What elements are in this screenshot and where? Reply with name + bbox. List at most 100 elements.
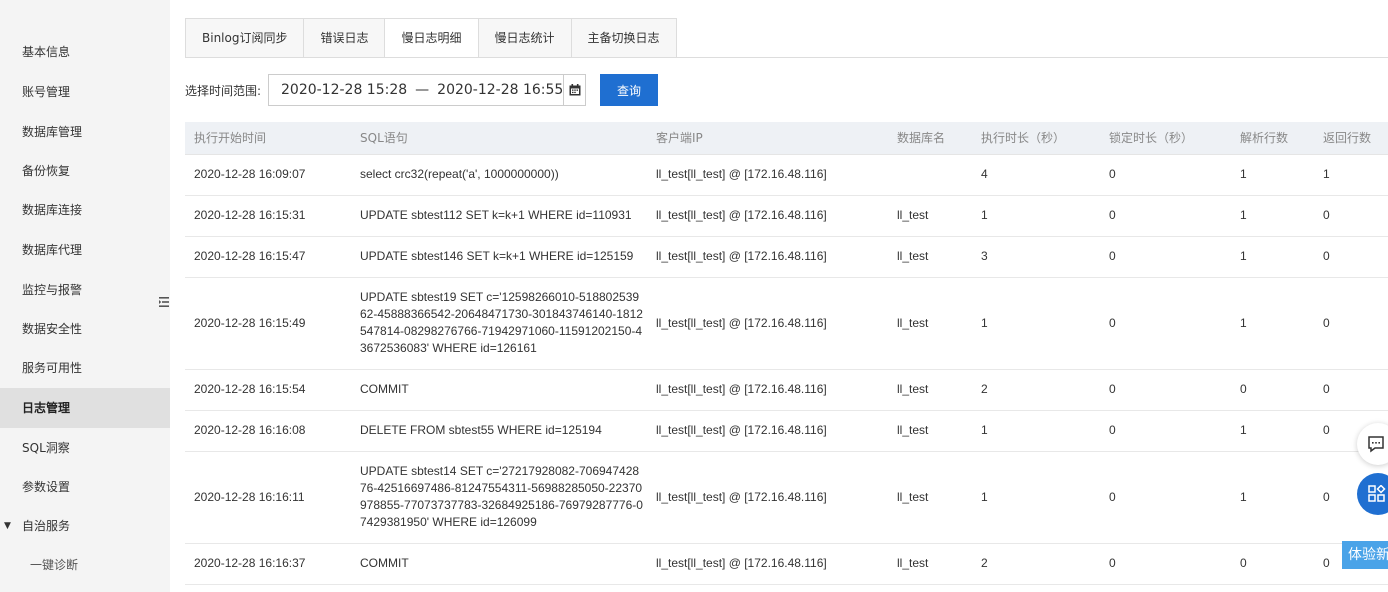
- table-row: 2020-12-28 16:15:31 UPDATE sbtest112 SET…: [185, 195, 1388, 237]
- cell-db-name: ll_test: [888, 410, 972, 452]
- cell-exec-duration: 1: [972, 277, 1100, 370]
- table-row: 2020-12-28 16:15:47 UPDATE sbtest146 SET…: [185, 236, 1388, 278]
- cell-db-name: ll_test: [888, 195, 972, 237]
- cell-client-ip: ll_test[ll_test] @ [172.16.48.116]: [647, 195, 888, 237]
- tab-binlog[interactable]: Binlog订阅同步: [185, 18, 305, 58]
- cell-db-name: ll_test: [888, 543, 972, 585]
- cell-rows-parsed: 0: [1231, 543, 1314, 585]
- col-db-name[interactable]: 数据库名: [888, 122, 972, 155]
- cell-rows-parsed: 1: [1231, 451, 1314, 544]
- sidebar-item-accounts[interactable]: 账号管理: [0, 72, 170, 112]
- col-sql[interactable]: SQL语句: [351, 122, 647, 155]
- calendar-icon: [569, 84, 581, 96]
- cell-lock-duration: 0: [1100, 236, 1231, 278]
- col-rows-returned[interactable]: 返回行数: [1314, 122, 1388, 155]
- tabs-divider: [185, 57, 1388, 58]
- cell-rows-parsed: 1: [1231, 410, 1314, 452]
- sidebar-item-diagnosis[interactable]: 一键诊断: [0, 545, 170, 585]
- sidebar-item-security[interactable]: 数据安全性: [0, 309, 170, 349]
- sidebar-item-basic-info[interactable]: 基本信息: [0, 32, 170, 72]
- cell-start-time: 2020-12-28 16:16:08: [185, 410, 351, 452]
- cell-exec-duration: 2: [972, 369, 1100, 411]
- table-row: 2020-12-28 16:16:37 COMMIT ll_test[ll_te…: [185, 543, 1388, 585]
- cell-start-time: 2020-12-28 16:15:49: [185, 277, 351, 370]
- cell-lock-duration: 0: [1100, 195, 1231, 237]
- col-exec-duration[interactable]: 执行时长（秒）: [972, 122, 1100, 155]
- chat-bubble-icon: [1368, 436, 1384, 453]
- cell-exec-duration: 2: [972, 543, 1100, 585]
- cell-exec-duration: 1: [972, 451, 1100, 544]
- tab-slow-log-detail[interactable]: 慢日志明细: [385, 18, 479, 58]
- cell-sql: DELETE FROM sbtest55 WHERE id=125194: [351, 410, 647, 452]
- sidebar-item-autonomy[interactable]: ▼ 自治服务: [0, 506, 170, 546]
- cell-client-ip: ll_test[ll_test] @ [172.16.48.116]: [647, 277, 888, 370]
- table-row: 2020-12-28 16:15:49 UPDATE sbtest19 SET …: [185, 277, 1388, 370]
- cell-rows-returned: 1: [1314, 154, 1388, 196]
- cell-db-name: ll_test: [888, 236, 972, 278]
- table-row: 2020-12-28 16:09:07 select crc32(repeat(…: [185, 154, 1388, 196]
- cell-client-ip: ll_test[ll_test] @ [172.16.48.116]: [647, 410, 888, 452]
- tab-switchover-log[interactable]: 主备切换日志: [571, 18, 677, 58]
- app-root: 基本信息 账号管理 数据库管理 备份恢复 数据库连接 数据库代理 监控与报警 数…: [0, 0, 1388, 592]
- cell-client-ip: ll_test[ll_test] @ [172.16.48.116]: [647, 451, 888, 544]
- cell-sql: COMMIT: [351, 543, 647, 585]
- cell-sql: UPDATE sbtest146 SET k=k+1 WHERE id=1251…: [351, 236, 647, 278]
- sidebar-item-availability[interactable]: 服务可用性: [0, 348, 170, 388]
- sidebar: 基本信息 账号管理 数据库管理 备份恢复 数据库连接 数据库代理 监控与报警 数…: [0, 0, 170, 592]
- col-rows-parsed[interactable]: 解析行数: [1231, 122, 1314, 155]
- cell-exec-duration: 4: [972, 154, 1100, 196]
- table-row: 2020-12-28 16:15:54 COMMIT ll_test[ll_te…: [185, 369, 1388, 411]
- collapse-sidebar-icon[interactable]: [159, 296, 169, 308]
- caret-down-icon: ▼: [4, 521, 11, 531]
- col-lock-duration[interactable]: 锁定时长（秒）: [1100, 122, 1231, 155]
- try-new-version-button[interactable]: 体验新: [1342, 541, 1388, 569]
- cell-sql: select crc32(repeat('a', 1000000000)): [351, 154, 647, 196]
- cell-rows-parsed: 1: [1231, 195, 1314, 237]
- time-range-value[interactable]: 2020-12-28 15:28 — 2020-12-28 16:55: [269, 82, 563, 98]
- cell-lock-duration: 0: [1100, 543, 1231, 585]
- tab-error-log[interactable]: 错误日志: [304, 18, 386, 58]
- cell-client-ip: ll_test[ll_test] @ [172.16.48.116]: [647, 236, 888, 278]
- sidebar-item-logs[interactable]: 日志管理: [0, 388, 170, 428]
- grid-apps-icon: [1368, 485, 1386, 502]
- range-start: 2020-12-28 15:28: [281, 82, 408, 98]
- table-row: 2020-12-28 16:16:11 UPDATE sbtest14 SET …: [185, 451, 1388, 544]
- cell-lock-duration: 0: [1100, 451, 1231, 544]
- cell-client-ip: ll_test[ll_test] @ [172.16.48.116]: [647, 543, 888, 585]
- cell-rows-returned: 0: [1314, 195, 1388, 237]
- cell-lock-duration: 0: [1100, 277, 1231, 370]
- sidebar-item-databases[interactable]: 数据库管理: [0, 112, 170, 152]
- time-range-picker[interactable]: 2020-12-28 15:28 — 2020-12-28 16:55: [268, 74, 586, 106]
- cell-exec-duration: 1: [972, 410, 1100, 452]
- range-separator: —: [415, 82, 430, 98]
- cell-rows-parsed: 1: [1231, 277, 1314, 370]
- slow-log-table: 执行开始时间 SQL语句 客户端IP 数据库名 执行时长（秒） 锁定时长（秒） …: [185, 122, 1388, 585]
- col-client-ip[interactable]: 客户端IP: [647, 122, 888, 155]
- tab-slow-log-stats[interactable]: 慢日志统计: [478, 18, 572, 58]
- sidebar-item-backup[interactable]: 备份恢复: [0, 151, 170, 191]
- cell-rows-parsed: 0: [1231, 369, 1314, 411]
- sidebar-item-parameters[interactable]: 参数设置: [0, 467, 170, 507]
- cell-start-time: 2020-12-28 16:09:07: [185, 154, 351, 196]
- cell-lock-duration: 0: [1100, 410, 1231, 452]
- sidebar-item-label: 自治服务: [22, 519, 71, 533]
- table-header-row: 执行开始时间 SQL语句 客户端IP 数据库名 执行时长（秒） 锁定时长（秒） …: [185, 122, 1388, 155]
- cell-db-name: ll_test: [888, 369, 972, 411]
- cell-sql: UPDATE sbtest14 SET c='27217928082-70694…: [351, 451, 647, 544]
- cell-rows-returned: 0: [1314, 236, 1388, 278]
- range-end: 2020-12-28 16:55: [437, 82, 564, 98]
- sidebar-item-sql-insight[interactable]: SQL洞察: [0, 428, 170, 468]
- cell-start-time: 2020-12-28 16:16:11: [185, 451, 351, 544]
- cell-start-time: 2020-12-28 16:15:31: [185, 195, 351, 237]
- query-button[interactable]: 查询: [600, 74, 658, 106]
- sidebar-item-monitoring[interactable]: 监控与报警: [0, 270, 170, 310]
- calendar-button[interactable]: [563, 75, 585, 105]
- cell-lock-duration: 0: [1100, 369, 1231, 411]
- sidebar-item-connection[interactable]: 数据库连接: [0, 190, 170, 230]
- cell-lock-duration: 0: [1100, 154, 1231, 196]
- back-chevron-icon[interactable]: [66, 0, 88, 10]
- sidebar-item-proxy[interactable]: 数据库代理: [0, 230, 170, 270]
- cell-db-name: ll_test: [888, 451, 972, 544]
- col-start-time[interactable]: 执行开始时间: [185, 122, 351, 155]
- cell-exec-duration: 3: [972, 236, 1100, 278]
